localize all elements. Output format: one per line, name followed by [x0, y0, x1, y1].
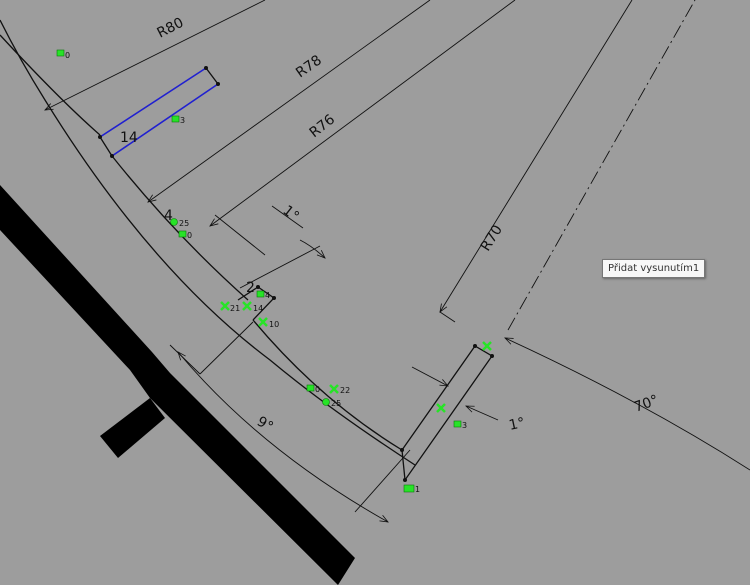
relation-label: 0: [65, 51, 70, 60]
tangent-relation-icon: [170, 218, 178, 226]
dim-r80-line[interactable]: [44, 0, 266, 111]
dim-len-2-label[interactable]: 2: [246, 280, 255, 296]
dim-r70-label[interactable]: R70: [478, 222, 506, 254]
dim-angle-top-label[interactable]: 1°: [280, 203, 302, 225]
dim-angle-right-ext1: [411, 366, 449, 387]
model-edge-stub: [100, 398, 165, 458]
slot-start[interactable]: [99, 136, 113, 157]
sketch-svg[interactable]: R80 R78 R76 R70 1° 1° 9° 70° 14 4 2 0 3 …: [0, 0, 750, 585]
relation-label: 21: [230, 304, 240, 313]
right-leg[interactable]: [401, 345, 493, 482]
dim-r80-label[interactable]: R80: [155, 15, 187, 42]
horizontal-relation-icon: [56, 49, 65, 57]
dim-angle-top-ext1: [214, 214, 266, 256]
dim-r70-ext: [439, 311, 456, 323]
dim-angle-bottom-ext3: [354, 449, 411, 513]
coincident-relation-icon: [436, 403, 446, 413]
dim-angle-right-ext2: [465, 405, 499, 421]
coincident-relation-icon: [482, 341, 492, 351]
dim-angle-bottom-ext2: [199, 321, 254, 375]
parallel-relation-icon: [171, 115, 180, 123]
horizontal-relation-icon: [256, 290, 265, 298]
relation-label: 3: [462, 421, 467, 430]
dim-r76-label[interactable]: R76: [307, 112, 339, 142]
coincident-relation-icon: [453, 420, 462, 428]
relation-label: 0: [187, 231, 192, 240]
relation-label: 25: [331, 399, 341, 408]
relation-label: 25: [179, 219, 189, 228]
outer-arc-r80[interactable]: [0, 19, 416, 466]
sketch-canvas[interactable]: R80 R78 R76 R70 1° 1° 9° 70° 14 4 2 0 3 …: [0, 0, 750, 585]
dim-angle-arc70-label[interactable]: 70°: [632, 392, 661, 416]
horizontal-relation-icon: [306, 384, 315, 392]
relation-label: 1: [415, 485, 420, 494]
dim-angle-right-label[interactable]: 1°: [508, 415, 527, 434]
relation-label: 0: [315, 385, 320, 394]
tangent-relation-icon: [322, 398, 330, 406]
dim-angle-arc70[interactable]: [504, 337, 750, 471]
relation-label: 14: [253, 304, 263, 313]
profile-lower-edge[interactable]: [252, 319, 403, 451]
tooltip-extrude: Přidat vysunutím1: [602, 259, 706, 278]
coincident-relation-icon: [220, 301, 230, 311]
dim-len-14-label[interactable]: 14: [120, 130, 138, 146]
slot-end[interactable]: [205, 67, 219, 85]
relation-label: 4: [265, 291, 270, 300]
dim-r78-label[interactable]: R78: [293, 52, 325, 81]
dim-angle-top-arc[interactable]: [299, 239, 326, 259]
dim-angle-bottom-ext1: [169, 344, 201, 375]
equal-relation-icon: [403, 484, 415, 493]
coincident-relation-icon: [258, 317, 268, 327]
relation-label: 3: [180, 116, 185, 125]
coincident-relation-icon: [329, 384, 339, 394]
dim-r78-line[interactable]: [147, 0, 431, 203]
coincident-relation-icon: [242, 301, 252, 311]
relation-label: 22: [340, 386, 350, 395]
dim-r76-line[interactable]: [209, 0, 516, 227]
relation-label: 10: [269, 320, 279, 329]
horizontal-relation-icon: [178, 230, 187, 238]
